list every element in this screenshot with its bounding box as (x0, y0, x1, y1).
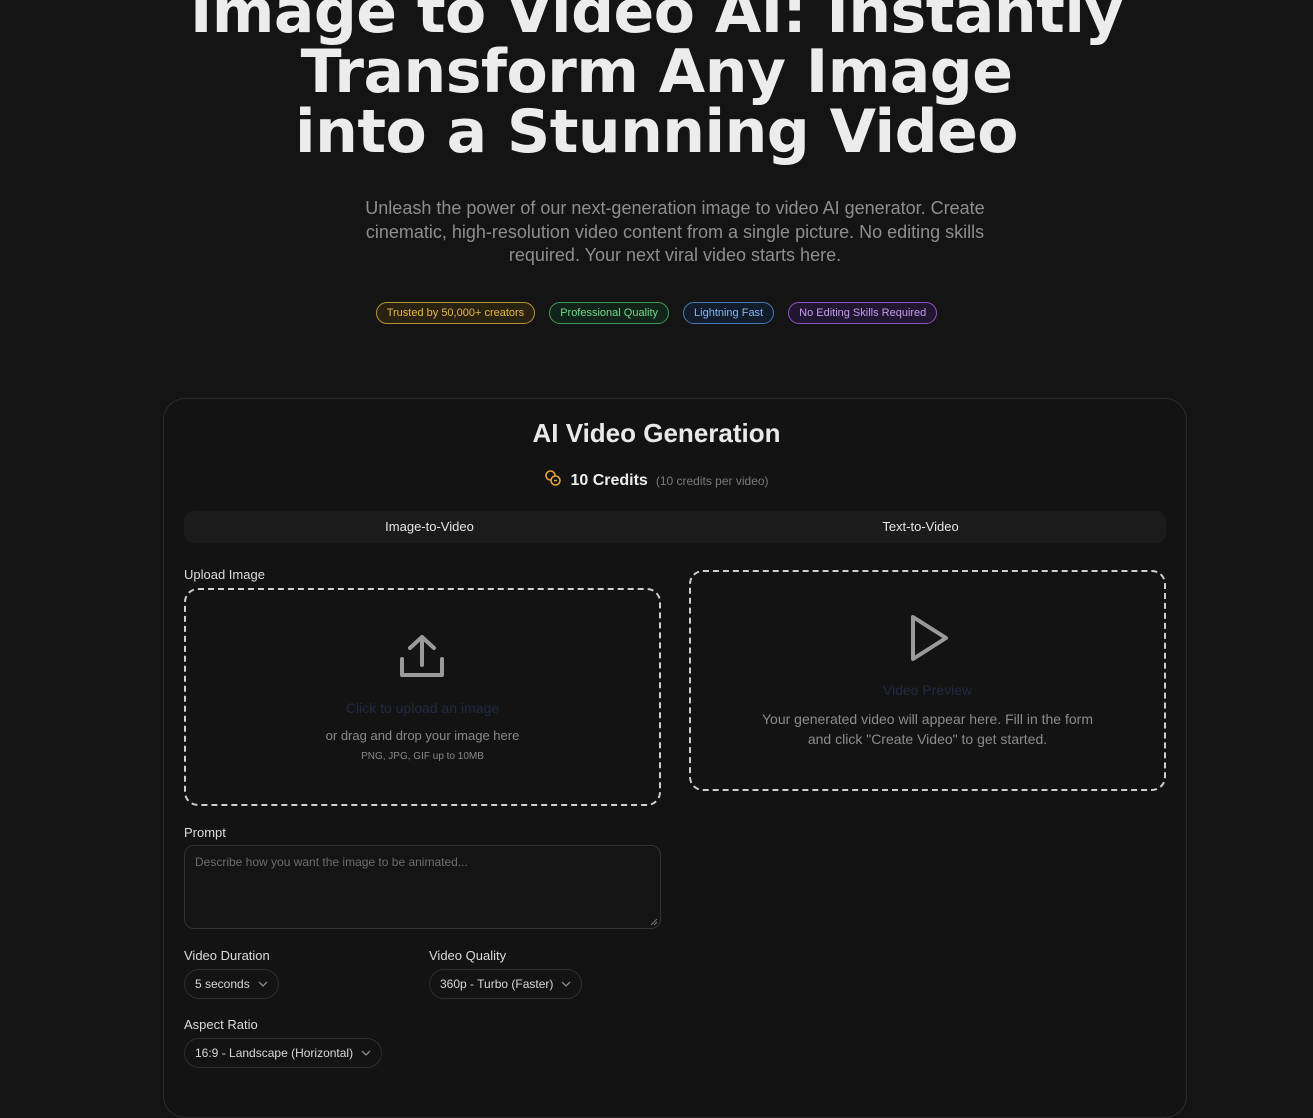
prompt-textarea[interactable]: Describe how you want the image to be an… (184, 845, 661, 929)
hero-title-line: into a Stunning Video (295, 97, 1018, 167)
prompt-label: Prompt (184, 825, 226, 840)
upload-dropzone[interactable] (184, 588, 661, 806)
duration-value: 5 seconds (195, 977, 250, 991)
resize-grip-icon[interactable] (650, 918, 658, 926)
feature-badges: Trusted by 50,000+ creators Professional… (0, 302, 1313, 324)
chevron-down-icon (561, 981, 571, 987)
chevron-down-icon (361, 1050, 371, 1056)
hero-title: Image to Video AI: Instantly Transform A… (0, 0, 1313, 162)
upload-link[interactable]: Click to upload an image (184, 700, 661, 716)
preview-title: Video Preview (882, 682, 973, 698)
upload-hint: or drag and drop your image here (325, 728, 520, 743)
mode-tabs: Image-to-Video Text-to-Video (184, 511, 1166, 543)
hero-title-line: Transform Any Image (300, 37, 1013, 107)
prompt-placeholder: Describe how you want the image to be an… (195, 855, 468, 869)
badge-trusted: Trusted by 50,000+ creators (375, 302, 536, 324)
video-preview-area (689, 570, 1166, 791)
credits-note: (10 credits per video) (655, 473, 769, 488)
play-icon (908, 613, 950, 668)
coins-icon (544, 469, 562, 492)
credits-amount: 10 Credits (570, 471, 648, 489)
badge-fast: Lightning Fast (683, 302, 775, 324)
duration-label: Video Duration (184, 948, 270, 963)
upload-icon (398, 633, 446, 686)
hero-title-line: Image to Video AI: Instantly (190, 0, 1124, 47)
hero-subtitle: Unleash the power of our next-generation… (365, 198, 985, 265)
duration-select[interactable]: 5 seconds (184, 969, 279, 999)
aspect-select[interactable]: 16:9 - Landscape (Horizontal) (184, 1038, 383, 1068)
chevron-down-icon (258, 981, 268, 987)
aspect-label: Aspect Ratio (184, 1017, 258, 1032)
quality-select[interactable]: 360p - Turbo (Faster) (429, 969, 583, 999)
upload-label: Upload Image (184, 567, 265, 582)
quality-label: Video Quality (429, 948, 507, 963)
quality-value: 360p - Turbo (Faster) (440, 977, 554, 991)
badge-quality: Professional Quality (549, 302, 670, 324)
aspect-value: 16:9 - Landscape (Horizontal) (195, 1046, 354, 1060)
tab-image-to-video[interactable]: Image-to-Video (184, 511, 675, 543)
tab-text-to-video[interactable]: Text-to-Video (675, 511, 1166, 543)
upload-formats: PNG, JPG, GIF up to 10MB (361, 751, 484, 762)
preview-description: Your generated video will appear here. F… (761, 711, 1093, 747)
badge-no-editing: No Editing Skills Required (788, 302, 938, 324)
credits-display: 10 Credits (10 credits per video) (0, 469, 1313, 492)
card-title: AI Video Generation (532, 418, 781, 448)
